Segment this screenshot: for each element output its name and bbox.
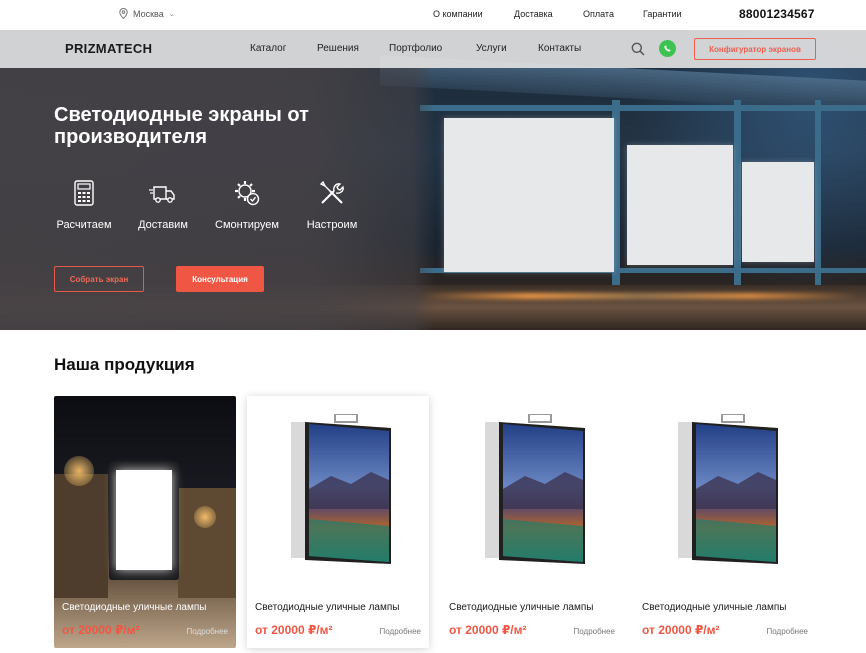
hero-title: Светодиодные экраны от производителя: [54, 104, 309, 148]
configurator-button[interactable]: Конфигуратор экранов: [694, 38, 816, 60]
billboard-kiosk: [109, 462, 179, 580]
nav-item-services[interactable]: Услуги: [476, 43, 507, 54]
nav-item-contacts[interactable]: Контакты: [538, 43, 581, 54]
location-pin-icon: [119, 8, 128, 19]
product-card[interactable]: Светодиодные уличные лампы от 20000 ₽/м²…: [247, 396, 429, 648]
building-silhouette: [178, 488, 236, 598]
product-more-link[interactable]: Подробнее: [187, 627, 229, 636]
product-title: Светодиодные уличные лампы: [255, 602, 400, 613]
product-more-link[interactable]: Подробнее: [767, 627, 809, 636]
toplink-delivery[interactable]: Доставка: [514, 9, 553, 19]
product-title: Светодиодные уличные лампы: [642, 602, 787, 613]
billboard-panel: [444, 118, 614, 272]
billboard-panel: [627, 145, 733, 265]
product-image-led-panel: [678, 414, 778, 564]
products-title: Наша продукция: [54, 355, 195, 374]
product-price: от 20000 ₽/м²: [255, 623, 333, 637]
product-card[interactable]: Светодиодные уличные лампы от 20000 ₽/м²…: [441, 396, 623, 648]
street-lamp-glow: [64, 456, 94, 486]
phone-number[interactable]: 88001234567: [739, 7, 815, 21]
nav-item-solutions[interactable]: Решения: [317, 43, 359, 54]
feature-deliver: Доставим: [133, 178, 193, 231]
tools-icon: [319, 180, 344, 204]
product-title: Светодиодные уличные лампы: [62, 602, 207, 613]
street-lights: [420, 293, 860, 299]
product-image-led-panel: [291, 414, 391, 564]
feature-calculate: Расчитаем: [54, 178, 114, 231]
product-price: от 20000 ₽/м²: [642, 623, 720, 637]
kiosk-screen: [116, 470, 172, 570]
feature-calculate-label: Расчитаем: [56, 219, 112, 231]
toplink-warranty[interactable]: Гарантии: [643, 9, 682, 19]
feature-deliver-label: Доставим: [138, 219, 188, 231]
top-utility-bar: Москва ⌄ О компании Доставка Оплата Гара…: [0, 0, 866, 30]
product-card[interactable]: Светодиодные уличные лампы от 20000 ₽/м²…: [634, 396, 816, 648]
search-icon[interactable]: [631, 42, 645, 56]
feature-configure-label: Настроим: [306, 219, 358, 231]
feature-mount-label: Смонтируем: [215, 219, 279, 231]
shelter-frame: [815, 100, 821, 300]
shelter-frame: [420, 105, 866, 111]
consultation-button[interactable]: Консультация: [176, 266, 264, 292]
delivery-truck-icon: [149, 186, 175, 203]
building-silhouette: [54, 474, 108, 598]
site-logo[interactable]: PRIZMATECH: [65, 41, 152, 56]
calculator-icon: [74, 180, 94, 206]
chevron-down-icon: ⌄: [168, 10, 175, 18]
product-card[interactable]: Светодиодные уличные лампы от 20000 ₽/м²…: [54, 396, 236, 648]
build-screen-button[interactable]: Собрать экран: [54, 266, 144, 292]
product-price: от 20000 ₽/м²: [62, 623, 140, 637]
city-selector[interactable]: Москва ⌄: [119, 8, 175, 19]
nav-item-portfolio[interactable]: Портфолио: [389, 43, 442, 54]
shelter-frame: [734, 100, 741, 300]
product-more-link[interactable]: Подробнее: [380, 627, 422, 636]
gear-check-icon: [235, 181, 260, 206]
whatsapp-icon[interactable]: [659, 40, 676, 57]
product-more-link[interactable]: Подробнее: [574, 627, 616, 636]
product-price: от 20000 ₽/м²: [449, 623, 527, 637]
toplink-about[interactable]: О компании: [433, 9, 483, 19]
product-image-led-panel: [485, 414, 585, 564]
nav-item-catalog[interactable]: Каталог: [250, 43, 286, 54]
main-navbar: PRIZMATECH Каталог Решения Портфолио Усл…: [0, 30, 866, 68]
feature-mount: Смонтируем: [211, 178, 283, 231]
toplink-payment[interactable]: Оплата: [583, 9, 614, 19]
billboard-panel: [742, 162, 814, 262]
street-lamp-glow: [194, 506, 216, 528]
city-name: Москва: [133, 8, 164, 19]
feature-configure: Настроим: [302, 178, 362, 231]
product-title: Светодиодные уличные лампы: [449, 602, 594, 613]
